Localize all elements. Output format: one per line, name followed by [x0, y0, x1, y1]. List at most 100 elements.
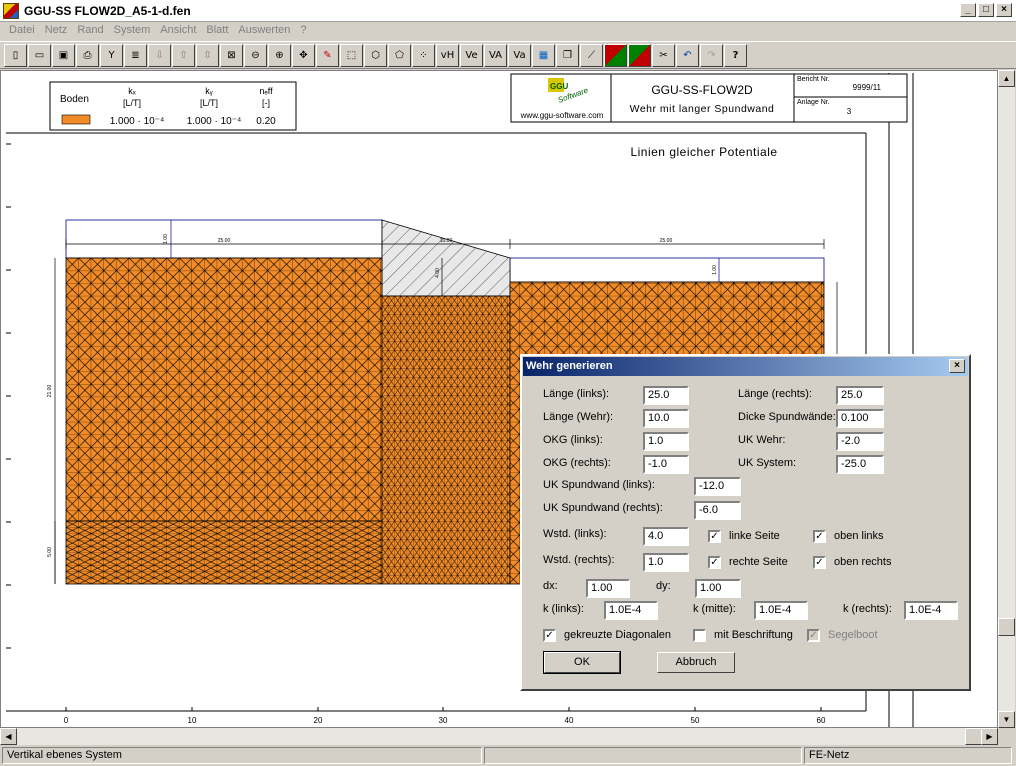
menu-netz[interactable]: Netz — [40, 22, 73, 40]
menubar: Datei Netz Rand System Ansicht Blatt Aus… — [0, 22, 1016, 40]
k-mitte-input[interactable]: 1.0E-4 — [754, 601, 808, 620]
status-left: Vertikal ebenes System — [2, 747, 482, 764]
undo-icon[interactable]: ↶ — [676, 43, 699, 67]
dicke-spundwaende-input[interactable]: 0.100 — [836, 409, 884, 428]
legend-soil-swatch — [61, 114, 91, 125]
legend-ky-value: 1.000 · 10⁻⁴ — [187, 116, 242, 127]
oben-rechts-label: oben rechts — [834, 556, 892, 568]
arrow-updown-icon[interactable]: ⇳ — [196, 43, 219, 67]
x-tick-label: 30 — [439, 716, 448, 725]
laenge-links-input[interactable]: 25.0 — [643, 386, 689, 405]
polygon-icon[interactable]: ⬠ — [388, 43, 411, 67]
line-icon[interactable]: ⟋ — [580, 43, 603, 67]
close-button[interactable]: × — [996, 3, 1012, 17]
uk-spundwand-rechts-input[interactable]: -6.0 — [694, 501, 741, 520]
vertical-scroll-thumb[interactable] — [998, 618, 1015, 636]
open-folder-icon[interactable]: ▭ — [28, 43, 51, 67]
arrow-down-icon[interactable]: ⇩ — [148, 43, 171, 67]
laenge-rechts-input[interactable]: 25.0 — [836, 386, 884, 405]
uk-spundwand-links-input[interactable]: -12.0 — [694, 477, 741, 496]
legend-neff-header: nₑff — [259, 86, 273, 96]
menu-ansicht[interactable]: Ansicht — [155, 22, 201, 40]
mit-beschriftung-checkbox[interactable] — [693, 629, 706, 642]
k-links-input[interactable]: 1.0E-4 — [604, 601, 658, 620]
dialog-close-button[interactable]: × — [949, 359, 965, 373]
wstd-links-input[interactable]: 4.0 — [643, 527, 689, 546]
legend-neff-unit: [-] — [262, 98, 270, 108]
list-icon[interactable]: ≣ — [124, 43, 147, 67]
color-icon[interactable] — [604, 43, 627, 67]
hex-icon[interactable]: ⬡ — [364, 43, 387, 67]
menu-blatt[interactable]: Blatt — [201, 22, 233, 40]
select-icon[interactable]: ⬚ — [340, 43, 363, 67]
segelboot-checkbox[interactable]: ✓ — [807, 629, 820, 642]
dy-label: dy: — [656, 580, 671, 592]
oben-rechts-checkbox[interactable]: ✓ — [813, 556, 826, 569]
file-new-icon[interactable]: ▯ — [4, 43, 27, 67]
menu-auswerten[interactable]: Auswerten — [233, 22, 295, 40]
laenge-links-label: Länge (links): — [543, 388, 610, 400]
gekreuzte-diagonalen-checkbox[interactable]: ✓ — [543, 629, 556, 642]
scroll-down-icon[interactable]: ▼ — [998, 711, 1015, 728]
laenge-wehr-input[interactable]: 10.0 — [643, 409, 689, 428]
dy-input[interactable]: 1.00 — [695, 579, 741, 598]
menu-datei[interactable]: Datei — [4, 22, 40, 40]
minimize-button[interactable]: _ — [960, 3, 976, 17]
save-icon[interactable]: ▣ — [52, 43, 75, 67]
oben-links-checkbox[interactable]: ✓ — [813, 530, 826, 543]
rechte-seite-label: rechte Seite — [729, 556, 788, 568]
dx-input[interactable]: 1.00 — [586, 579, 630, 598]
help-button[interactable]: ? — [724, 43, 747, 67]
dim-height: 21.00 — [47, 385, 53, 398]
maximize-button[interactable]: □ — [978, 3, 994, 17]
ve-button[interactable]: Ve — [460, 43, 483, 67]
vertical-scrollbar[interactable]: ▲ ▼ — [998, 70, 1015, 728]
ok-button[interactable]: OK — [543, 651, 621, 674]
redo-icon[interactable]: ↷ — [700, 43, 723, 67]
scroll-up-icon[interactable]: ▲ — [998, 70, 1015, 87]
soil-left — [65, 257, 383, 522]
copy-icon[interactable]: ❐ — [556, 43, 579, 67]
dots-icon[interactable]: ⁘ — [412, 43, 435, 67]
linke-seite-checkbox[interactable]: ✓ — [708, 530, 721, 543]
okg-links-input[interactable]: 1.0 — [643, 432, 689, 451]
edit-icon[interactable]: ✎ — [316, 43, 339, 67]
abbruch-button[interactable]: Abbruch — [657, 652, 735, 673]
menu-help[interactable]: ? — [295, 22, 311, 40]
logo-text: GGU — [550, 82, 568, 91]
x-tick-label: 20 — [314, 716, 323, 725]
cut-icon[interactable]: ✂ — [652, 43, 675, 67]
x-tick-label: 50 — [691, 716, 700, 725]
table-icon[interactable]: ▦ — [532, 43, 555, 67]
dim-top-right: 1.00 — [712, 265, 718, 275]
legend-ky-unit: [L/T] — [200, 98, 218, 108]
okg-rechts-input[interactable]: -1.0 — [643, 455, 689, 474]
zoom-out-icon[interactable]: ⊖ — [244, 43, 267, 67]
menu-rand[interactable]: Rand — [72, 22, 108, 40]
horizontal-scroll-thumb[interactable] — [965, 728, 982, 745]
horizontal-scrollbar[interactable]: ◀ ▶ — [0, 728, 998, 745]
k-rechts-input[interactable]: 1.0E-4 — [904, 601, 958, 620]
va-button[interactable]: VA — [484, 43, 507, 67]
wstd-rechts-input[interactable]: 1.0 — [643, 553, 689, 572]
color2-icon[interactable] — [628, 43, 651, 67]
legend-kx-header: kₓ — [128, 86, 136, 96]
rechte-seite-checkbox[interactable]: ✓ — [708, 556, 721, 569]
scroll-left-icon[interactable]: ◀ — [0, 728, 17, 745]
dicke-spundwaende-label: Dicke Spundwände: — [738, 411, 836, 423]
x-ticks — [65, 707, 822, 711]
zoom-in-icon[interactable]: ⊕ — [268, 43, 291, 67]
vh-button[interactable]: vH — [436, 43, 459, 67]
pan-icon[interactable]: ✥ — [292, 43, 315, 67]
uk-system-input[interactable]: -25.0 — [836, 455, 884, 474]
scroll-right-icon[interactable]: ▶ — [981, 728, 998, 745]
arrow-up-icon[interactable]: ⇧ — [172, 43, 195, 67]
zoom-box-icon[interactable]: ⊠ — [220, 43, 243, 67]
menu-system[interactable]: System — [109, 22, 156, 40]
tool-icon[interactable]: Y — [100, 43, 123, 67]
bericht-label: Bericht Nr. — [797, 76, 830, 83]
uk-wehr-input[interactable]: -2.0 — [836, 432, 884, 451]
window-titlebar: GGU-SS FLOW2D_A5-1-d.fen _ □ × — [0, 0, 1016, 22]
print-icon[interactable]: ⎙ — [76, 43, 99, 67]
va2-button[interactable]: Va — [508, 43, 531, 67]
